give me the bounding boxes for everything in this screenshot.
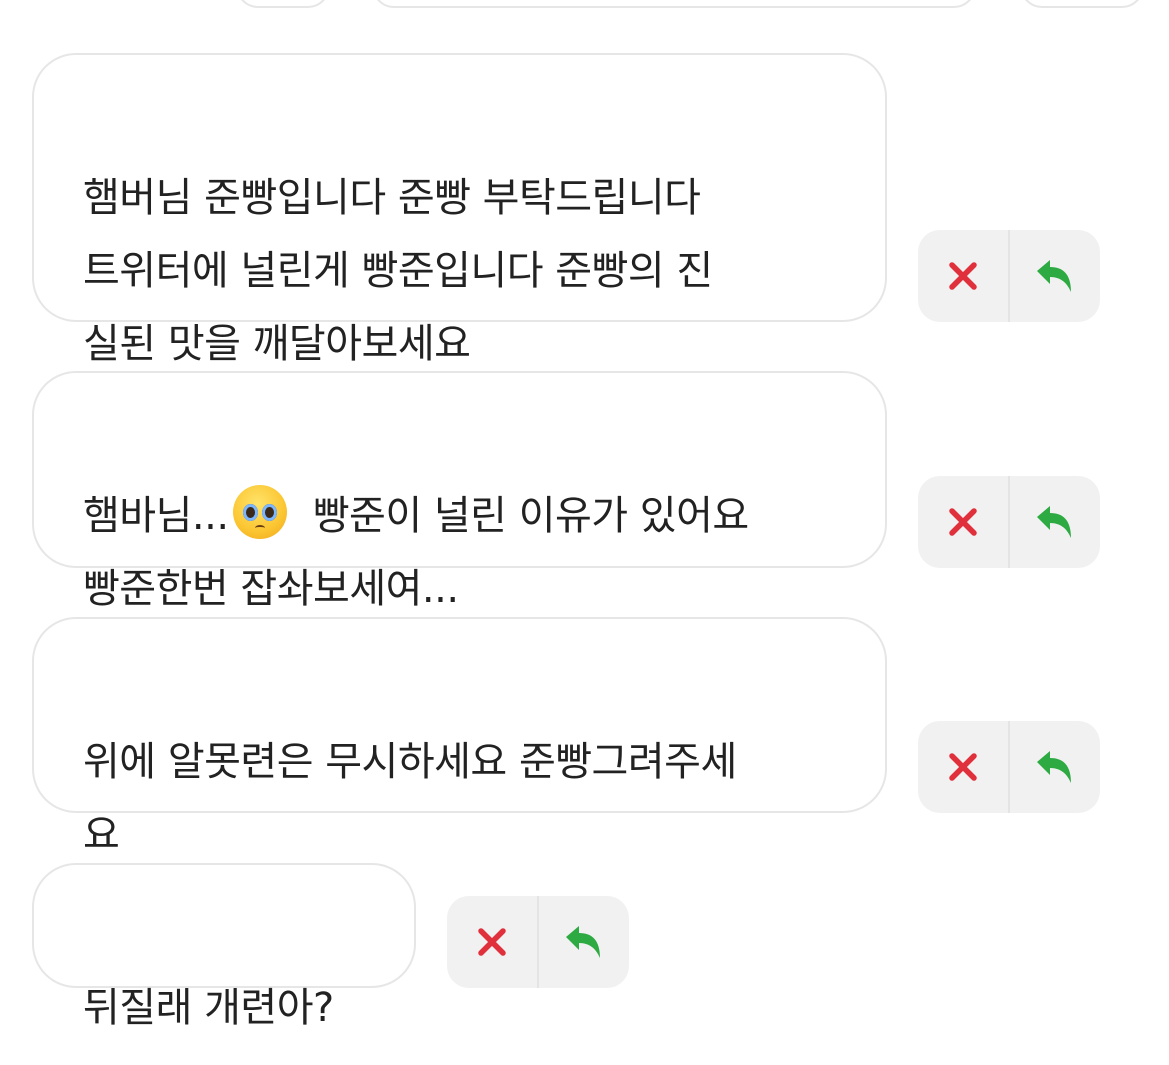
delete-button[interactable] <box>918 721 1008 813</box>
reply-icon <box>566 926 600 958</box>
message-text: 햄버님 준빵입니다 준빵 부탁드립니다 트위터에 널린게 빵준입니다 준빵의 진… <box>83 175 713 367</box>
delete-button[interactable] <box>918 230 1008 322</box>
message-bubble: 햄바님... 빵준이 널린 이유가 있어요 빵준한번 잡솨보세여... <box>32 371 887 612</box>
delete-button[interactable] <box>447 896 537 988</box>
reply-button[interactable] <box>1008 721 1100 813</box>
message-actions <box>918 721 1100 813</box>
previous-row-edge <box>372 0 976 8</box>
message-bubble: 위에 알못련은 무시하세요 준빵그려주세 요 <box>32 617 887 858</box>
message-bubble: 뒤질래 개련아? <box>32 863 416 1031</box>
reply-button[interactable] <box>537 896 629 988</box>
reply-icon <box>1037 506 1071 538</box>
message-bubble: 햄버님 준빵입니다 준빵 부탁드립니다 트위터에 널린게 빵준입니다 준빵의 진… <box>32 53 887 367</box>
close-icon <box>478 928 506 956</box>
close-icon <box>949 508 977 536</box>
previous-row-edge <box>236 0 330 8</box>
reply-button[interactable] <box>1008 476 1100 568</box>
close-icon <box>949 262 977 290</box>
message-actions <box>918 230 1100 322</box>
delete-button[interactable] <box>918 476 1008 568</box>
message-actions <box>918 476 1100 568</box>
reply-button[interactable] <box>1008 230 1100 322</box>
previous-row-edge <box>1020 0 1144 8</box>
close-icon <box>949 753 977 781</box>
message-actions <box>447 896 629 988</box>
pleading-face-emoji <box>232 485 287 539</box>
reply-icon <box>1037 751 1071 783</box>
reply-icon <box>1037 260 1071 292</box>
message-text: 뒤질래 개련아? <box>83 985 334 1031</box>
message-text: 햄바님... <box>83 493 229 539</box>
message-text: 위에 알못련은 무시하세요 준빵그려주세 요 <box>83 739 737 858</box>
